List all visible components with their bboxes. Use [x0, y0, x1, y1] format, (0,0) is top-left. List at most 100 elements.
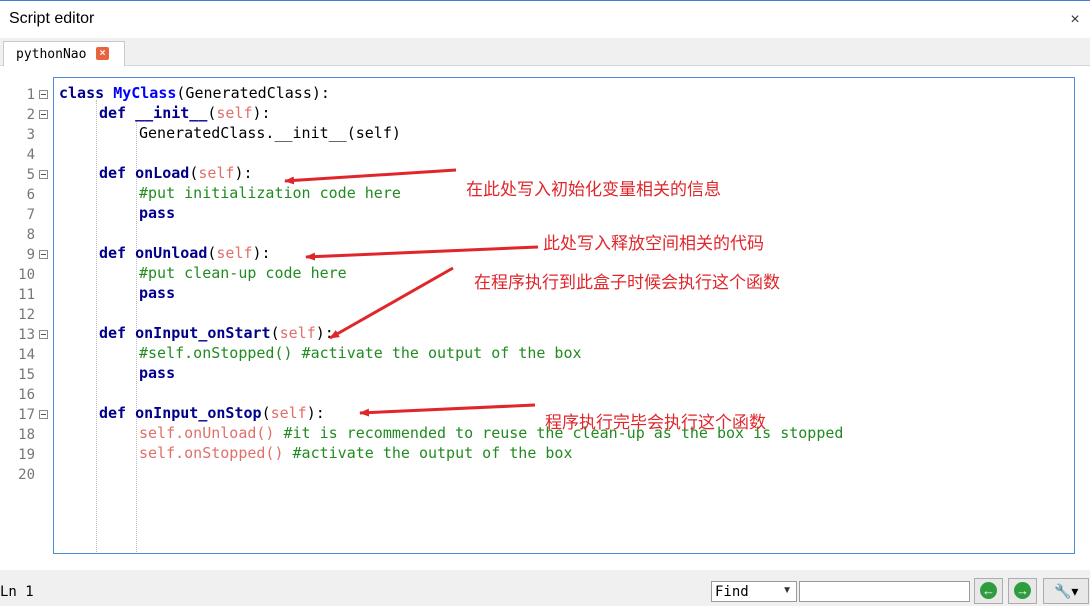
code-line-14: #self.onStopped() #activate the output o… [139, 343, 582, 363]
self-keyword: self [216, 104, 253, 122]
function-name: __init__ [135, 104, 208, 122]
keyword: pass [139, 204, 176, 222]
function-name: onUnload [135, 244, 208, 262]
function-name: onLoad [135, 164, 190, 182]
self-keyword: self [198, 164, 235, 182]
line-number-row: 4 [14, 146, 53, 166]
line-number-row: 3 [14, 126, 53, 146]
line-number: 6 [26, 187, 35, 203]
function-name: onInput_onStop [135, 404, 262, 422]
self-keyword: self [139, 444, 176, 462]
fold-toggle-icon[interactable] [39, 250, 48, 259]
line-number: 5 [26, 167, 35, 183]
code-text: ): [306, 404, 325, 422]
cursor-position: Ln 1 [0, 584, 34, 600]
keyword: pass [139, 364, 176, 382]
code-line-15: pass [139, 363, 175, 383]
code-text: ): [234, 164, 253, 182]
line-number-row: 8 [14, 226, 53, 246]
line-number: 11 [18, 287, 35, 303]
code-text: ( [270, 324, 280, 342]
line-number: 19 [18, 447, 35, 463]
window-title: Script editor [9, 10, 95, 27]
line-number-row: 16 [14, 386, 53, 406]
line-number-row: 7 [14, 206, 53, 226]
line-number-gutter: 1 2 3 4 5 6 7 8 9 10 11 12 13 14 15 16 17 18 19 20 [14, 77, 53, 554]
find-mode-select[interactable]: Find ▼ [711, 581, 797, 602]
code-line-17: def onInput_onStop(self): [99, 403, 325, 423]
line-number: 20 [18, 467, 35, 483]
code-line-11: pass [139, 283, 175, 303]
find-next-button[interactable]: → [1008, 578, 1037, 604]
self-keyword: self [279, 324, 316, 342]
line-number-row: 1 [14, 86, 53, 106]
line-number-row: 10 [14, 266, 53, 286]
code-text: ): [315, 324, 334, 342]
comment: #activate the output of the box [292, 444, 573, 462]
fold-toggle-icon[interactable] [39, 170, 48, 179]
line-number-row: 14 [14, 346, 53, 366]
line-number: 18 [18, 427, 35, 443]
code-line-5: def onLoad(self): [99, 163, 253, 183]
find-previous-button[interactable]: ← [974, 578, 1003, 604]
line-number-row: 6 [14, 186, 53, 206]
line-number-row: 20 [14, 466, 53, 486]
class-name: MyClass [113, 84, 177, 102]
keyword: pass [139, 284, 176, 302]
fold-toggle-icon[interactable] [39, 90, 48, 99]
line-number-row: 12 [14, 306, 53, 326]
line-number-row: 17 [14, 406, 53, 426]
code-line-2: def __init__(self): [99, 103, 271, 123]
tools-menu-button[interactable]: 🔧▾ [1043, 578, 1089, 604]
code-text: (GeneratedClass): [176, 84, 330, 102]
line-number: 4 [26, 147, 35, 163]
code-editor[interactable] [53, 77, 1075, 554]
tab-close-icon[interactable]: × [96, 47, 109, 60]
keyword: def [99, 404, 127, 422]
line-number-row: 11 [14, 286, 53, 306]
function-name: onInput_onStart [135, 324, 271, 342]
find-input[interactable] [799, 581, 970, 602]
tab-pythonnao[interactable]: pythonNao × [3, 41, 125, 67]
code-line-9: def onUnload(self): [99, 243, 271, 263]
code-text: ): [252, 104, 271, 122]
keyword: class [59, 84, 105, 102]
close-icon[interactable]: × [1066, 11, 1084, 29]
title-bar: Script editor × [0, 0, 1090, 38]
find-mode-value: Find [715, 584, 749, 600]
line-number: 10 [18, 267, 35, 283]
line-number-row: 13 [14, 326, 53, 346]
line-number: 12 [18, 307, 35, 323]
code-line-10: #put clean-up code here [139, 263, 347, 283]
line-number: 7 [26, 207, 35, 223]
keyword: def [99, 164, 127, 182]
line-number-row: 19 [14, 446, 53, 466]
line-number: 8 [26, 227, 35, 243]
annotation-onunload: 此处写入释放空间相关的代码 [543, 234, 764, 254]
fold-toggle-icon[interactable] [39, 330, 48, 339]
fold-toggle-icon[interactable] [39, 110, 48, 119]
self-keyword: self [139, 424, 176, 442]
wrench-icon: 🔧▾ [1054, 583, 1079, 599]
code-text: ( [261, 404, 271, 422]
keyword: def [99, 244, 127, 262]
fold-toggle-icon[interactable] [39, 410, 48, 419]
code-line-1: class MyClass(GeneratedClass): [59, 83, 330, 103]
comment: #self.onStopped() [139, 344, 293, 362]
code-line-7: pass [139, 203, 175, 223]
line-number: 1 [26, 87, 35, 103]
code-text: ( [189, 164, 199, 182]
code-text: GeneratedClass.__init__(self) [139, 124, 401, 142]
code-line-3: GeneratedClass.__init__(self) [139, 123, 401, 143]
line-number: 3 [26, 127, 35, 143]
line-number-row: 5 [14, 166, 53, 186]
line-number-row: 9 [14, 246, 53, 266]
arrow-right-icon: → [1014, 582, 1031, 599]
comment: #put clean-up code here [139, 264, 347, 282]
annotation-onstart: 在程序执行到此盒子时候会执行这个函数 [474, 273, 780, 293]
line-number: 13 [18, 327, 35, 343]
code-line-13: def onInput_onStart(self): [99, 323, 334, 343]
annotation-onstop: 程序执行完毕会执行这个函数 [545, 413, 766, 433]
line-number-row: 18 [14, 426, 53, 446]
line-number: 2 [26, 107, 35, 123]
